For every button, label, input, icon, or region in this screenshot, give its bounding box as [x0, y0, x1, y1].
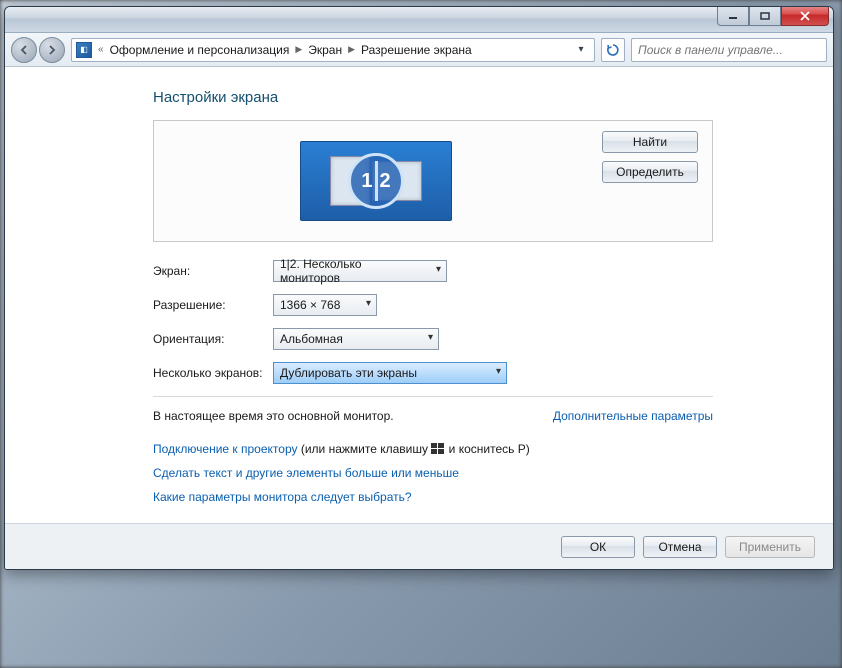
- close-button[interactable]: [781, 6, 829, 26]
- minimize-button[interactable]: [717, 6, 749, 26]
- breadcrumb-item[interactable]: Разрешение экрана: [361, 43, 472, 57]
- which-settings-link[interactable]: Какие параметры монитора следует выбрать…: [153, 490, 412, 504]
- chevron-right-icon: ▶: [348, 44, 355, 55]
- multiple-displays-label: Несколько экранов:: [153, 366, 273, 380]
- breadcrumb-prefix: «: [98, 44, 104, 55]
- back-button[interactable]: [11, 37, 37, 63]
- ok-button[interactable]: ОК: [561, 536, 635, 558]
- cancel-button[interactable]: Отмена: [643, 536, 717, 558]
- control-panel-icon: ◧: [76, 42, 92, 58]
- display-select[interactable]: 1|2. Несколько мониторов: [273, 260, 447, 282]
- orientation-label: Ориентация:: [153, 332, 273, 346]
- titlebar[interactable]: [5, 7, 833, 33]
- detect-button[interactable]: Найти: [602, 131, 698, 153]
- address-bar[interactable]: ◧ « Оформление и персонализация ▶ Экран …: [71, 38, 595, 62]
- navigation-bar: ◧ « Оформление и персонализация ▶ Экран …: [5, 33, 833, 67]
- forward-button[interactable]: [39, 37, 65, 63]
- breadcrumb-item[interactable]: Экран: [308, 43, 342, 57]
- chevron-right-icon: ▶: [295, 44, 302, 55]
- maximize-button[interactable]: [749, 6, 781, 26]
- select-value: Дублировать эти экраны: [280, 366, 417, 380]
- projector-hint-text: (или нажмите клавишу: [298, 442, 432, 456]
- address-dropdown-icon[interactable]: ▾: [572, 44, 590, 55]
- text-size-link[interactable]: Сделать текст и другие элементы больше и…: [153, 466, 459, 480]
- advanced-settings-link[interactable]: Дополнительные параметры: [553, 409, 713, 423]
- monitor-number: 2: [380, 170, 391, 193]
- resolution-label: Разрешение:: [153, 298, 273, 312]
- monitor-overlay: 1 2: [348, 153, 404, 209]
- select-value: 1|2. Несколько мониторов: [280, 257, 424, 285]
- breadcrumb-item[interactable]: Оформление и персонализация: [110, 43, 290, 57]
- monitor-preview[interactable]: 1 2: [168, 131, 584, 231]
- dialog-button-bar: ОК Отмена Применить: [5, 523, 833, 569]
- monitor-number: 1: [361, 170, 372, 193]
- refresh-button[interactable]: [601, 38, 625, 62]
- display-preview-panel: 1 2 Найти Определить: [153, 120, 713, 242]
- projector-link[interactable]: Подключение к проектору: [153, 442, 298, 456]
- identify-button[interactable]: Определить: [602, 161, 698, 183]
- projector-hint-text: и коснитесь P): [445, 442, 529, 456]
- select-value: Альбомная: [280, 332, 343, 346]
- control-panel-window: ◧ « Оформление и персонализация ▶ Экран …: [4, 6, 834, 570]
- search-box[interactable]: [631, 38, 827, 62]
- windows-key-icon: [431, 439, 445, 451]
- page-heading: Настройки экрана: [153, 89, 713, 106]
- apply-button[interactable]: Применить: [725, 536, 815, 558]
- main-monitor-text: В настоящее время это основной монитор.: [153, 409, 394, 423]
- content-area: Настройки экрана 1 2 Найти Определить: [5, 67, 833, 523]
- select-value: 1366 × 768: [280, 298, 340, 312]
- multiple-displays-select[interactable]: Дублировать эти экраны: [273, 362, 507, 384]
- display-label: Экран:: [153, 264, 273, 278]
- orientation-select[interactable]: Альбомная: [273, 328, 439, 350]
- resolution-select[interactable]: 1366 × 768: [273, 294, 377, 316]
- search-input[interactable]: [636, 42, 822, 58]
